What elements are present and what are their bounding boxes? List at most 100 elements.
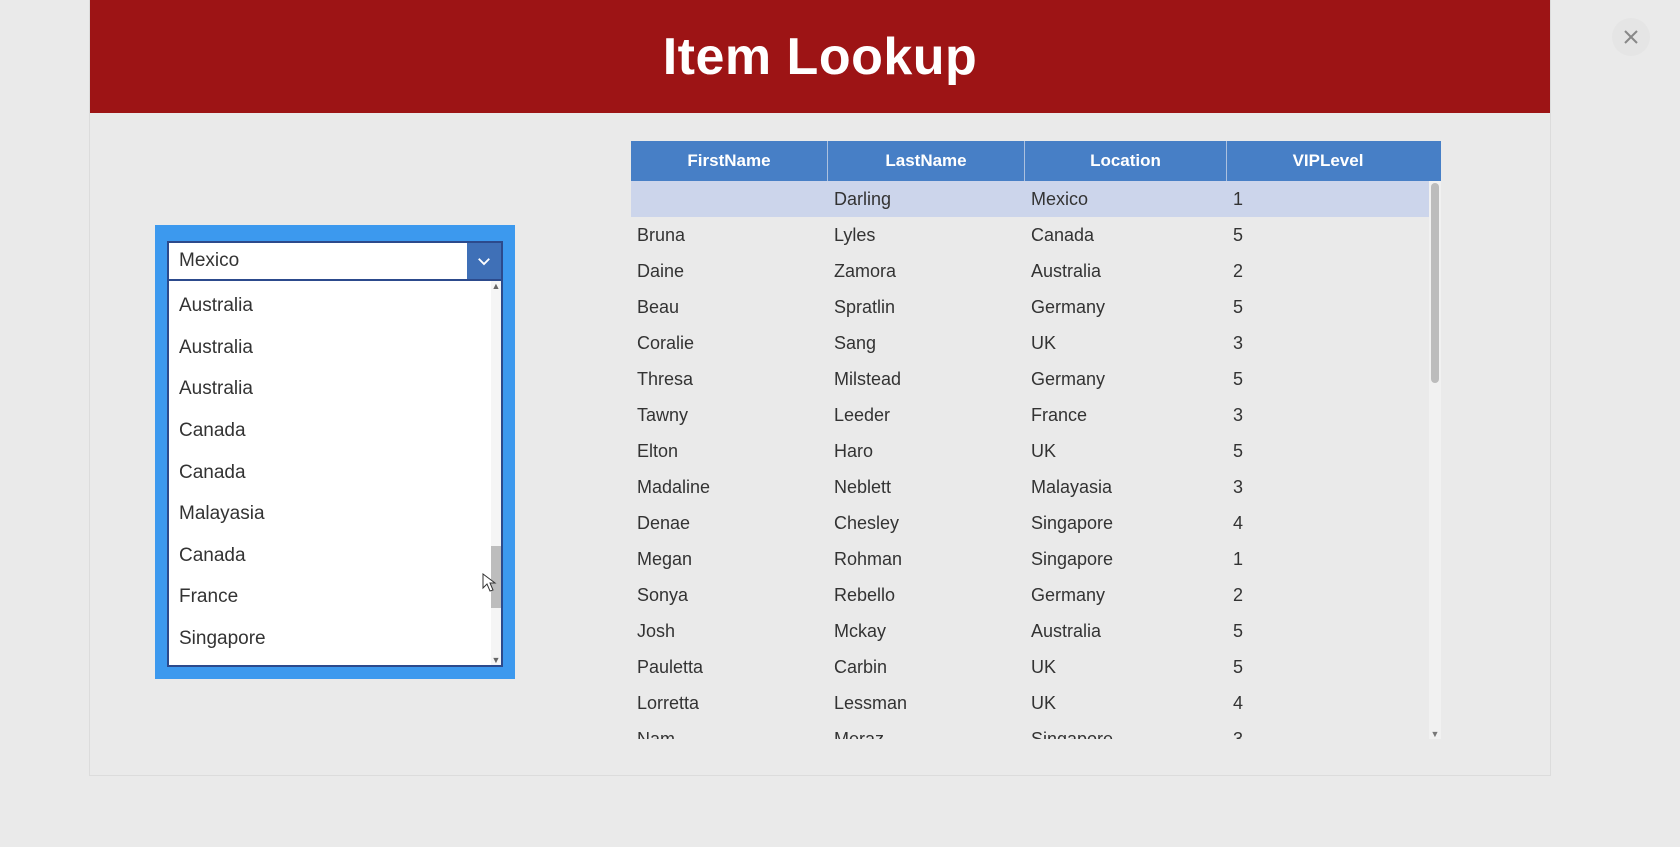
combo-option[interactable]: Australia xyxy=(169,327,491,369)
cell-viplevel: 1 xyxy=(1227,549,1429,570)
table-row[interactable]: MadalineNeblettMalayasia3 xyxy=(631,469,1429,505)
cell-lastname: Leeder xyxy=(828,405,1025,426)
close-button[interactable] xyxy=(1612,18,1650,56)
cell-location: UK xyxy=(1025,693,1227,714)
cell-viplevel: 5 xyxy=(1227,225,1429,246)
cell-lastname: Sang xyxy=(828,333,1025,354)
table-row[interactable]: ThresaMilsteadGermany5 xyxy=(631,361,1429,397)
cell-location: UK xyxy=(1025,441,1227,462)
cell-location: UK xyxy=(1025,657,1227,678)
combo-field xyxy=(167,241,503,281)
col-location[interactable]: Location xyxy=(1025,141,1227,181)
combo-toggle-button[interactable] xyxy=(467,243,501,279)
cell-firstname: Tawny xyxy=(631,405,828,426)
combo-scroll-thumb[interactable] xyxy=(491,546,501,608)
combo-option[interactable]: France xyxy=(169,576,491,618)
cell-lastname: Chesley xyxy=(828,513,1025,534)
cell-viplevel: 3 xyxy=(1227,477,1429,498)
table-row[interactable]: DaineZamoraAustralia2 xyxy=(631,253,1429,289)
cell-lastname: Milstead xyxy=(828,369,1025,390)
cell-viplevel: 3 xyxy=(1227,333,1429,354)
table-row[interactable]: BrunaLylesCanada5 xyxy=(631,217,1429,253)
cell-firstname: Megan xyxy=(631,549,828,570)
col-firstname[interactable]: FirstName xyxy=(631,141,828,181)
cell-viplevel: 4 xyxy=(1227,513,1429,534)
table-row[interactable]: SonyaRebelloGermany2 xyxy=(631,577,1429,613)
table-row[interactable]: BeauSpratlinGermany5 xyxy=(631,289,1429,325)
table-row[interactable]: DarlingMexico1 xyxy=(631,181,1429,217)
cell-lastname: Mckay xyxy=(828,621,1025,642)
table-row[interactable]: JoshMckayAustralia5 xyxy=(631,613,1429,649)
cell-lastname: Neblett xyxy=(828,477,1025,498)
cell-lastname: Meraz xyxy=(828,729,1025,740)
cell-lastname: Rebello xyxy=(828,585,1025,606)
scroll-up-icon: ▲ xyxy=(491,281,501,291)
table-scrollbar[interactable]: ▼ xyxy=(1429,181,1441,739)
combo-option[interactable]: Australia xyxy=(169,285,491,327)
table-row[interactable]: DenaeChesleySingapore4 xyxy=(631,505,1429,541)
cell-location: France xyxy=(1025,405,1227,426)
modal-header: Item Lookup xyxy=(90,0,1550,113)
table-row[interactable]: EltonHaroUK5 xyxy=(631,433,1429,469)
cell-firstname: Daine xyxy=(631,261,828,282)
modal-body: AustraliaAustraliaAustraliaCanadaCanadaM… xyxy=(90,113,1550,775)
cell-viplevel: 5 xyxy=(1227,441,1429,462)
cell-lastname: Haro xyxy=(828,441,1025,462)
col-lastname[interactable]: LastName xyxy=(828,141,1025,181)
cell-location: Australia xyxy=(1025,261,1227,282)
combo-option[interactable]: Malayasia xyxy=(169,493,491,535)
combo-option[interactable]: Canada xyxy=(169,410,491,452)
table-body: DarlingMexico1BrunaLylesCanada5DaineZamo… xyxy=(631,181,1441,739)
cell-firstname: Bruna xyxy=(631,225,828,246)
cell-location: Germany xyxy=(1025,585,1227,606)
cell-location: Germany xyxy=(1025,297,1227,318)
cell-firstname: Pauletta xyxy=(631,657,828,678)
combo-option[interactable]: Singapore xyxy=(169,618,491,660)
cell-viplevel: 2 xyxy=(1227,585,1429,606)
table-scroll-thumb[interactable] xyxy=(1431,183,1439,383)
cell-firstname: Lorretta xyxy=(631,693,828,714)
page-title: Item Lookup xyxy=(663,27,978,87)
cell-firstname: Sonya xyxy=(631,585,828,606)
table-row[interactable]: MeganRohmanSingapore1 xyxy=(631,541,1429,577)
cell-viplevel: 1 xyxy=(1227,189,1429,210)
combo-option[interactable]: Canada xyxy=(169,535,491,577)
results-table: FirstName LastName Location VIPLevel Dar… xyxy=(631,141,1441,739)
close-icon xyxy=(1623,29,1639,45)
cell-lastname: Spratlin xyxy=(828,297,1025,318)
cell-viplevel: 2 xyxy=(1227,261,1429,282)
table-row[interactable]: NamMerazSingapore3 xyxy=(631,721,1429,739)
table-row[interactable]: CoralieSangUK3 xyxy=(631,325,1429,361)
cell-location: UK xyxy=(1025,333,1227,354)
combo-option[interactable]: Canada xyxy=(169,452,491,494)
cell-location: Germany xyxy=(1025,369,1227,390)
cell-firstname: Madaline xyxy=(631,477,828,498)
cell-firstname: Coralie xyxy=(631,333,828,354)
cell-lastname: Zamora xyxy=(828,261,1025,282)
cell-location: Mexico xyxy=(1025,189,1227,210)
cell-lastname: Lyles xyxy=(828,225,1025,246)
modal-stage: Item Lookup AustraliaAustraliaAustraliaC… xyxy=(90,0,1550,775)
table-row[interactable]: TawnyLeederFrance3 xyxy=(631,397,1429,433)
cell-firstname: Denae xyxy=(631,513,828,534)
cell-location: Singapore xyxy=(1025,729,1227,740)
combo-option[interactable]: Australia xyxy=(169,368,491,410)
cell-firstname: Josh xyxy=(631,621,828,642)
chevron-down-icon xyxy=(475,252,493,270)
col-viplevel[interactable]: VIPLevel xyxy=(1227,141,1429,181)
cell-viplevel: 3 xyxy=(1227,729,1429,740)
combo-scrollbar[interactable]: ▲ ▼ xyxy=(491,281,501,665)
combo-input[interactable] xyxy=(169,243,467,279)
cell-lastname: Lessman xyxy=(828,693,1025,714)
cell-firstname: Beau xyxy=(631,297,828,318)
cell-location: Singapore xyxy=(1025,513,1227,534)
cell-viplevel: 3 xyxy=(1227,405,1429,426)
cell-location: Canada xyxy=(1025,225,1227,246)
table-row[interactable]: LorrettaLessmanUK4 xyxy=(631,685,1429,721)
cell-lastname: Carbin xyxy=(828,657,1025,678)
cell-viplevel: 5 xyxy=(1227,657,1429,678)
table-header-row: FirstName LastName Location VIPLevel xyxy=(631,141,1441,181)
cell-viplevel: 4 xyxy=(1227,693,1429,714)
table-row[interactable]: PaulettaCarbinUK5 xyxy=(631,649,1429,685)
location-combo: AustraliaAustraliaAustraliaCanadaCanadaM… xyxy=(155,225,515,679)
